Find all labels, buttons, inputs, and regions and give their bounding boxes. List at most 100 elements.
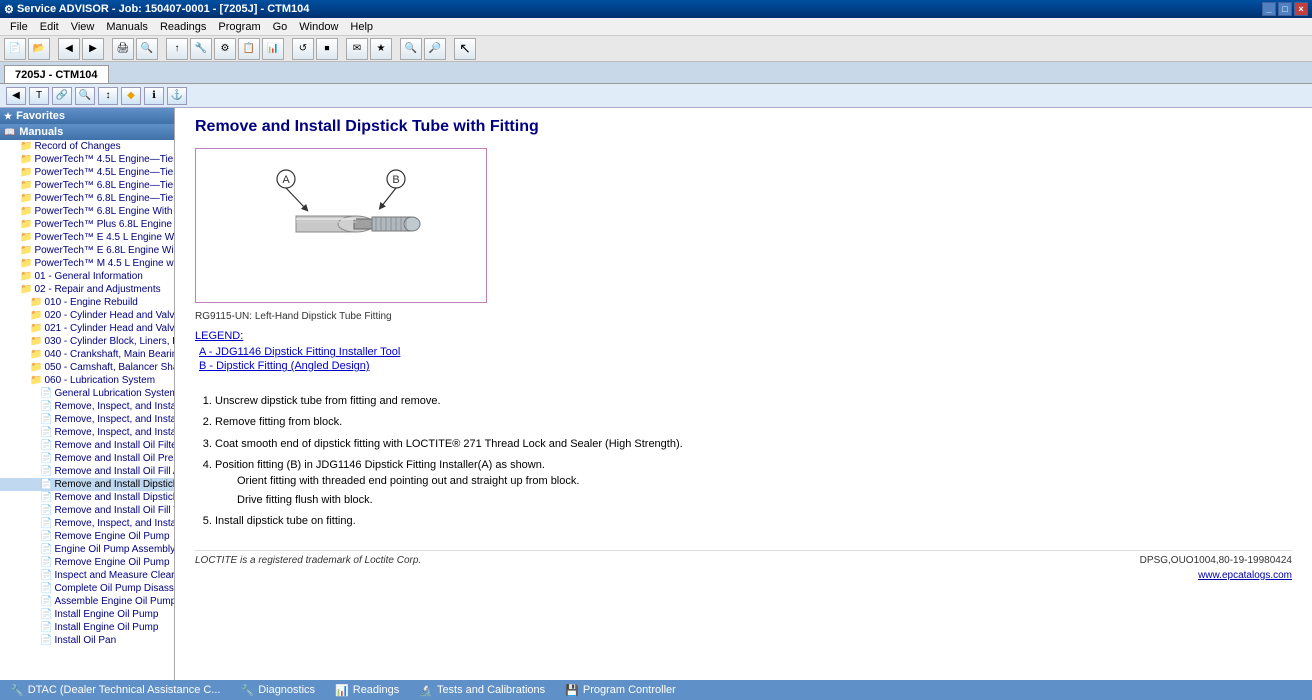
doc-highlight-button[interactable]: ◆ <box>121 87 141 105</box>
tree-powertech-e68[interactable]: 📁 PowerTech™ E 6.8L Engine With E <box>0 244 174 257</box>
tool-btn-2[interactable]: ⚙ <box>214 38 236 60</box>
forward-button[interactable]: ▶ <box>82 38 104 60</box>
menu-window[interactable]: Window <box>293 21 344 33</box>
tree-remove-dipstick-2[interactable]: 📄 Remove and Install Dipstick <box>0 491 174 504</box>
tree-030-cylinder[interactable]: 📁 030 - Cylinder Block, Liners, Pis <box>0 335 174 348</box>
cursor-button[interactable]: ↖ <box>454 38 476 60</box>
tool-btn-4[interactable]: 📊 <box>262 38 284 60</box>
tab-ctm104[interactable]: 7205J - CTM104 <box>4 65 109 83</box>
doc-anchor-button[interactable]: ⚓ <box>167 87 187 105</box>
tab-label: 7205J - CTM104 <box>15 69 98 81</box>
arrow-button[interactable]: ↑ <box>166 38 188 60</box>
tree-assemble-pump[interactable]: 📄 Assemble Engine Oil Pump <box>0 595 174 608</box>
zoom-in-button[interactable]: 🔍 <box>400 38 422 60</box>
bottom-tab-dtac[interactable]: 🔧 DTAC (Dealer Technical Assistance C... <box>0 680 230 700</box>
tree-powertech-e45[interactable]: 📁 PowerTech™ E 4.5 L Engine With E <box>0 231 174 244</box>
menu-view[interactable]: View <box>65 21 101 33</box>
back-button[interactable]: ◀ <box>58 38 80 60</box>
tree-powertech-68-t1[interactable]: 📁 PowerTech™ 6.8L Engine—Tier 1/ <box>0 179 174 192</box>
tree-remove-oil-pump[interactable]: 📄 Remove Engine Oil Pump <box>0 530 174 543</box>
tool-btn-1[interactable]: 🔧 <box>190 38 212 60</box>
tree-050-camshaft[interactable]: 📁 050 - Camshaft, Balancer Shaft E <box>0 361 174 374</box>
menu-readings[interactable]: Readings <box>154 21 212 33</box>
doc-back-button[interactable]: ◀ <box>6 87 26 105</box>
zoom-out-button[interactable]: 🔎 <box>424 38 446 60</box>
folder-icon: 📁 <box>30 349 42 360</box>
minimize-button[interactable]: _ <box>1262 2 1276 16</box>
print-button[interactable]: 🖨 <box>112 38 134 60</box>
tree-remove-insp-3[interactable]: 📄 Remove, Inspect, and Install <box>0 426 174 439</box>
tree-remove-insp-4[interactable]: 📄 Remove, Inspect, and Install <box>0 517 174 530</box>
tree-gen-lube[interactable]: 📄 General Lubrication System <box>0 387 174 400</box>
tree-020-cylinder[interactable]: 📁 020 - Cylinder Head and Valves <box>0 309 174 322</box>
sidebar-manuals[interactable]: 📖 Manuals <box>0 124 174 140</box>
bottom-tab-program[interactable]: 💾 Program Controller <box>555 680 686 700</box>
menu-program[interactable]: Program <box>212 21 266 33</box>
mail-button[interactable]: ✉ <box>346 38 368 60</box>
bottom-tab-tests[interactable]: 🔬 Tests and Calibrations <box>409 680 555 700</box>
menu-manuals[interactable]: Manuals <box>100 21 154 33</box>
legend-item-b[interactable]: B - Dipstick Fitting (Angled Design) <box>199 360 1292 372</box>
stop-button[interactable]: ⏹ <box>316 38 338 60</box>
tree-engine-oil-assy[interactable]: 📄 Engine Oil Pump Assembly <box>0 543 174 556</box>
tree-powertech-68-t2[interactable]: 📁 PowerTech™ 6.8L Engine—Tier 2/S <box>0 192 174 205</box>
folder-icon: 📁 <box>30 297 42 308</box>
doc-icon: 📄 <box>40 583 52 594</box>
legend-title[interactable]: LEGEND: <box>195 330 1292 342</box>
tree-010-engine[interactable]: 📁 010 - Engine Rebuild <box>0 296 174 309</box>
tree-powertech-45-t2[interactable]: 📁 PowerTech™ 4.5L Engine—Tier 2/ <box>0 166 174 179</box>
close-button[interactable]: × <box>1294 2 1308 16</box>
tree-remove-insp-2[interactable]: 📄 Remove, Inspect, and Install <box>0 413 174 426</box>
menu-file[interactable]: File <box>4 21 34 33</box>
doc-zoom-button[interactable]: 🔍 <box>75 87 95 105</box>
doc-icon: 📄 <box>40 622 52 633</box>
tree-remove-oil-filter[interactable]: 📄 Remove and Install Oil Filter <box>0 439 174 452</box>
tree-install-oil-pan[interactable]: 📄 Install Oil Pan <box>0 634 174 647</box>
tree-021-cylinder[interactable]: 📁 021 - Cylinder Head and Valves <box>0 322 174 335</box>
search-button[interactable]: 🔍 <box>136 38 158 60</box>
legend-item-a[interactable]: A - JDG1146 Dipstick Fitting Installer T… <box>199 346 1292 358</box>
tree-install-pump-2[interactable]: 📄 Install Engine Oil Pump <box>0 621 174 634</box>
instruction-5: Install dipstick tube on fitting. <box>215 514 1292 529</box>
tree-powertech-plus-68[interactable]: 📁 PowerTech™ Plus 6.8L Engine Wit <box>0 218 174 231</box>
open-button[interactable]: 📂 <box>28 38 50 60</box>
tree-remove-oil-fill-t[interactable]: 📄 Remove and Install Oil Fill T <box>0 504 174 517</box>
bottom-tab-readings[interactable]: 📊 Readings <box>325 680 409 700</box>
menu-help[interactable]: Help <box>344 21 379 33</box>
tree-01-general[interactable]: 📁 01 - General Information <box>0 270 174 283</box>
doc-arrows-button[interactable]: ↕ <box>98 87 118 105</box>
restore-button[interactable]: □ <box>1278 2 1292 16</box>
tree-remove-oil-press[interactable]: 📄 Remove and Install Oil Press <box>0 452 174 465</box>
menu-edit[interactable]: Edit <box>34 21 65 33</box>
tool-btn-3[interactable]: 📋 <box>238 38 260 60</box>
doc-info-button[interactable]: ℹ <box>144 87 164 105</box>
bookmark-button[interactable]: ★ <box>370 38 392 60</box>
instruction-4-sub-1: Orient fitting with threaded end pointin… <box>237 474 1292 489</box>
folder-icon: 📁 <box>20 154 32 165</box>
tree-powertech-m45[interactable]: 📁 PowerTech™ M 4.5 L Engine with <box>0 257 174 270</box>
tree-complete-oil-pump[interactable]: 📄 Complete Oil Pump Disasse <box>0 582 174 595</box>
tree-powertech-68-ele[interactable]: 📁 PowerTech™ 6.8L Engine With Elec <box>0 205 174 218</box>
bottom-tab-diagnostics[interactable]: 🔧 Diagnostics <box>230 680 325 700</box>
tree-040-crank[interactable]: 📁 040 - Crankshaft, Main Bearing <box>0 348 174 361</box>
menu-go[interactable]: Go <box>267 21 294 33</box>
doc-text-button[interactable]: T <box>29 87 49 105</box>
tree-02-repair[interactable]: 📁 02 - Repair and Adjustments <box>0 283 174 296</box>
doc-icon: 📄 <box>40 518 52 529</box>
refresh-button[interactable]: ↺ <box>292 38 314 60</box>
tree-060-lube[interactable]: 📁 060 - Lubrication System <box>0 374 174 387</box>
folder-icon: 📁 <box>30 310 42 321</box>
new-button[interactable]: 📄 <box>4 38 26 60</box>
tree-remove-dipstick-1[interactable]: 📄 Remove and Install Dipstick <box>0 478 174 491</box>
tree-remove-oil-fill[interactable]: 📄 Remove and Install Oil Fill A <box>0 465 174 478</box>
sidebar-favorites[interactable]: ★ Favorites <box>0 108 174 124</box>
tree-remove-insp-1[interactable]: 📄 Remove, Inspect, and Install <box>0 400 174 413</box>
tree-install-pump-1[interactable]: 📄 Install Engine Oil Pump <box>0 608 174 621</box>
dipstick-illustration: A B <box>206 159 476 289</box>
tree-remove-oil-pump2[interactable]: 📄 Remove Engine Oil Pump <box>0 556 174 569</box>
tree-record-of-changes[interactable]: 📁 Record of Changes <box>0 140 174 153</box>
website-link[interactable]: www.epcatalogs.com <box>195 570 1292 581</box>
tree-powertech-45-t1[interactable]: 📁 PowerTech™ 4.5L Engine—Tier 1/ <box>0 153 174 166</box>
doc-link-button[interactable]: 🔗 <box>52 87 72 105</box>
tree-inspect-measure[interactable]: 📄 Inspect and Measure Cleara <box>0 569 174 582</box>
